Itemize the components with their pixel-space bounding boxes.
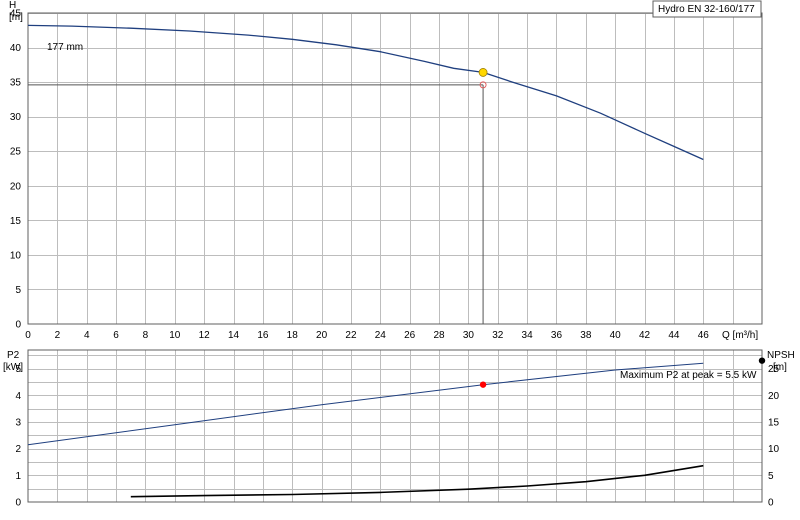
npsh-axis-label-line2: [m] xyxy=(773,362,787,373)
head-axis-label-line2: [m] xyxy=(9,12,23,23)
head-x-tick-label: 8 xyxy=(143,330,149,341)
head-y-tick-label: 20 xyxy=(10,181,22,192)
head-x-tick-label: 4 xyxy=(84,330,90,341)
power-y-tick-label: 4 xyxy=(15,391,21,402)
head-y-tick-label: 40 xyxy=(10,43,22,54)
head-x-tick-label: 14 xyxy=(228,330,240,341)
head-x-tick-label: 26 xyxy=(404,330,416,341)
head-y-tick-label: 0 xyxy=(15,320,21,331)
power-y-tick-label: 2 xyxy=(15,444,21,455)
power-axis-label-line1: P2 xyxy=(7,350,20,361)
power-y-tick-label: 3 xyxy=(15,418,21,429)
head-x-tick-label: 12 xyxy=(199,330,211,341)
head-y-tick-label: 15 xyxy=(10,216,22,227)
head-x-tick-label: 22 xyxy=(345,330,357,341)
head-x-tick-label: 40 xyxy=(610,330,622,341)
head-curve-line xyxy=(27,24,704,161)
head-y-tick-label: 10 xyxy=(10,250,22,261)
head-plot-frame xyxy=(27,12,763,325)
npsh-y-tick-label: 15 xyxy=(768,418,780,429)
head-x-tick-label: 30 xyxy=(463,330,475,341)
npsh-y-tick-label: 5 xyxy=(768,471,774,482)
head-x-tick-label: 0 xyxy=(25,330,31,341)
head-y-tick-label: 30 xyxy=(10,112,22,123)
head-x-tick-label: 10 xyxy=(169,330,181,341)
head-y-tick-label: 5 xyxy=(15,285,21,296)
head-x-tick-label: 2 xyxy=(55,330,61,341)
power-y-tick-label: 1 xyxy=(15,471,21,482)
flow-axis-label: Q [m³/h] xyxy=(722,330,758,341)
npsh-y-tick-label: 0 xyxy=(768,498,774,509)
head-x-ticks: 0 2 4 6 8 10 12 14 16 18 20 22 24 26 28 30 32 34 36 38 40 42 4… xyxy=(25,330,709,341)
head-x-tick-label: 16 xyxy=(257,330,269,341)
head-x-tick-label: 32 xyxy=(492,330,504,341)
npsh-y-tick-label: 20 xyxy=(768,391,780,402)
head-x-tick-label: 6 xyxy=(113,330,119,341)
head-axis-label-line1: H xyxy=(9,0,16,11)
npsh-y-tick-label: 10 xyxy=(768,444,780,455)
head-x-tick-label: 42 xyxy=(639,330,651,341)
head-x-tick-label: 24 xyxy=(375,330,387,341)
head-grid xyxy=(28,13,762,324)
p2-operating-point xyxy=(479,381,487,388)
power-y-ticks: 012345 xyxy=(15,364,21,508)
head-x-tick-label: 28 xyxy=(433,330,445,341)
npsh-y-ticks: 0510152025 xyxy=(768,364,780,508)
max-power-marker xyxy=(758,357,766,364)
head-y-ticks: 051015202530354045 xyxy=(10,9,22,331)
head-x-tick-label: 36 xyxy=(551,330,563,341)
power-y-tick-label: 0 xyxy=(15,498,21,509)
npsh-axis-label-line1: NPSH xyxy=(767,350,795,361)
head-x-tick-label: 20 xyxy=(316,330,328,341)
head-x-tick-label: 34 xyxy=(522,330,534,341)
head-x-tick-label: 38 xyxy=(580,330,592,341)
head-curve-panel: 0 2 4 6 8 10 12 14 16 18 20 22 24 26 28 30 32 34 36 38 40 42 4… xyxy=(9,0,763,341)
power-axis-label-line2: [kW] xyxy=(3,362,23,373)
head-x-tick-label: 44 xyxy=(668,330,680,341)
head-x-tick-label: 18 xyxy=(287,330,299,341)
power-npsh-panel: 012345 0510152025 P2 [kW] NPSH [m] Maxim… xyxy=(3,349,795,509)
operating-point-guides xyxy=(28,84,484,324)
p2-curve-line xyxy=(27,362,704,446)
head-x-tick-label: 46 xyxy=(698,330,710,341)
pump-curve-chart: 0 2 4 6 8 10 12 14 16 18 20 22 24 26 28 30 32 34 36 38 40 42 4… xyxy=(3,0,795,509)
operating-point xyxy=(478,68,488,77)
head-y-tick-label: 25 xyxy=(10,147,22,158)
pump-model-title: Hydro EN 32-160/177 xyxy=(658,4,755,15)
max-power-annotation: Maximum P2 at peak = 5.5 kW xyxy=(620,370,757,381)
npsh-curve-line xyxy=(130,464,704,498)
impeller-diameter-label: 177 mm xyxy=(47,42,83,53)
head-y-tick-label: 35 xyxy=(10,78,22,89)
